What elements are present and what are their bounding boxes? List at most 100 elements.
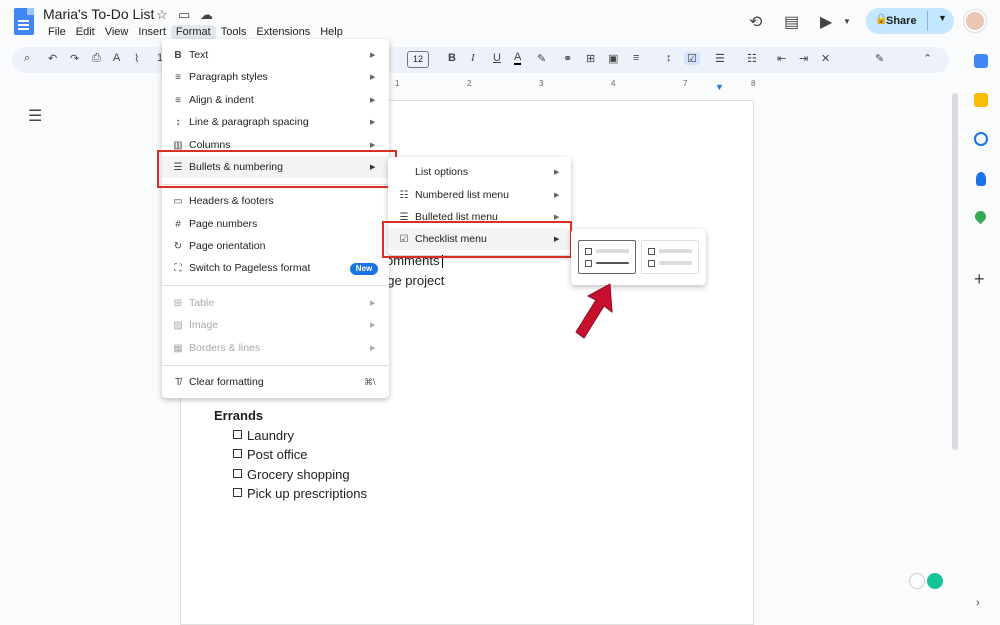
menu-item-text[interactable]: B Text ▶	[162, 44, 389, 66]
submenu-item-numbered-list[interactable]: ☷ Numbered list menu ▶	[388, 184, 571, 206]
grammarly-icon[interactable]	[927, 573, 943, 589]
contacts-icon[interactable]	[976, 172, 986, 186]
list-item[interactable]: Grocery shopping	[247, 467, 350, 482]
increase-indent-icon[interactable]: ⇥	[799, 52, 808, 65]
menu-item-clear-formatting[interactable]: T̸ Clear formatting ⌘\	[162, 371, 389, 393]
star-icon[interactable]: ☆	[156, 7, 168, 23]
checklist-style-plain[interactable]	[641, 240, 699, 274]
cloud-status-icon[interactable]: ☁	[200, 7, 213, 23]
highlight-color-icon[interactable]: ✎	[537, 52, 546, 65]
line-spacing-icon[interactable]: ↕	[666, 52, 672, 64]
menu-item-headers-footers[interactable]: ▭ Headers & footers	[162, 190, 389, 212]
submenu-arrow-icon: ▶	[370, 74, 376, 81]
submenu-arrow-icon: ▶	[370, 322, 376, 329]
paragraph-styles-icon: ≡	[175, 71, 181, 83]
menu-tools[interactable]: Tools	[216, 25, 252, 39]
avatar[interactable]	[964, 10, 986, 32]
menu-view[interactable]: View	[100, 25, 134, 39]
checklist-style-strikethrough[interactable]	[578, 240, 636, 274]
undo-icon[interactable]: ↶	[48, 52, 57, 65]
editing-mode-icon[interactable]: ✎	[875, 52, 884, 65]
list-item[interactable]: Laundry	[247, 428, 294, 443]
meet-dropdown-icon[interactable]: ▼	[843, 17, 851, 26]
submenu-arrow-icon: ▶	[370, 97, 376, 104]
document-title[interactable]: Maria's To-Do List	[43, 6, 154, 22]
menu-item-page-orientation[interactable]: ↻ Page orientation	[162, 235, 389, 257]
calendar-icon[interactable]	[974, 54, 988, 68]
vertical-ruler	[0, 92, 10, 625]
list-item[interactable]: Post office	[247, 447, 307, 462]
paint-format-icon[interactable]: ⌇	[134, 52, 139, 65]
menu-item-line-spacing[interactable]: ↕ Line & paragraph spacing ▶	[162, 111, 389, 133]
right-indent-marker-icon[interactable]: ▼	[715, 82, 724, 92]
lock-icon: 🔒	[875, 14, 888, 25]
insert-image-icon[interactable]: ▣	[608, 52, 618, 65]
errands-heading[interactable]: Errands	[214, 408, 263, 423]
menu-item-page-numbers[interactable]: # Page numbers	[162, 213, 389, 235]
share-label: Share	[886, 15, 917, 27]
doc-partial-text[interactable]: nge project	[380, 273, 444, 288]
headers-footers-icon: ▭	[173, 195, 183, 207]
maps-icon[interactable]	[972, 208, 989, 225]
search-menus-icon[interactable]: ⌕	[24, 52, 30, 65]
lightbulb-icon[interactable]	[909, 573, 925, 589]
decrease-indent-icon[interactable]: ⇤	[777, 52, 786, 65]
expand-panel-icon[interactable]: ›	[976, 597, 980, 609]
menu-extensions[interactable]: Extensions	[251, 25, 315, 39]
print-icon[interactable]: ⎙	[92, 52, 101, 65]
ruler-tick: 7	[683, 79, 688, 88]
get-add-ons-icon[interactable]: +	[974, 269, 985, 290]
ruler-tick: 8	[751, 79, 756, 88]
meet-icon[interactable]: ▶	[820, 12, 832, 32]
table-icon: ⊞	[173, 297, 183, 309]
scrollbar[interactable]	[952, 93, 958, 450]
align-icon[interactable]: ≡	[633, 52, 639, 64]
numbered-list-icon: ☷	[399, 189, 409, 201]
move-folder-icon[interactable]: ▭	[178, 7, 190, 23]
menu-file[interactable]: File	[43, 25, 71, 39]
checklist-checkbox[interactable]	[233, 430, 242, 439]
menu-help[interactable]: Help	[315, 25, 348, 39]
font-size-input[interactable]: 12	[407, 51, 429, 68]
share-button[interactable]: 🔒 Share ▼	[866, 8, 954, 34]
hash-icon: #	[175, 218, 181, 230]
errands-colon: :	[257, 408, 261, 423]
bold-b-icon: B	[174, 49, 182, 61]
checklist-checkbox[interactable]	[233, 449, 242, 458]
menu-item-paragraph-styles[interactable]: ≡ Paragraph styles ▶	[162, 66, 389, 88]
redo-icon[interactable]: ↷	[70, 52, 79, 65]
submenu-item-list-options[interactable]: List options ▶	[388, 161, 571, 183]
bulleted-list-icon[interactable]: ☰	[715, 52, 725, 65]
menu-insert[interactable]: Insert	[133, 25, 171, 39]
document-outline-icon[interactable]: ☰	[28, 106, 42, 126]
comments-icon[interactable]: ▤	[784, 12, 799, 32]
menu-item-align-indent[interactable]: ≡ Align & indent ▶	[162, 89, 389, 111]
italic-icon[interactable]: I	[471, 52, 475, 64]
bold-icon[interactable]: B	[448, 52, 456, 64]
underline-icon[interactable]: U	[493, 52, 501, 64]
checklist-checkbox[interactable]	[233, 469, 242, 478]
collapse-toolbar-icon[interactable]: ⌃	[923, 52, 932, 65]
columns-icon: ▥	[173, 139, 183, 151]
text-color-icon[interactable]: A	[514, 52, 522, 65]
spellcheck-icon[interactable]: A	[113, 52, 120, 64]
history-icon[interactable]: ⟲	[749, 12, 762, 32]
docs-logo-icon[interactable]	[14, 8, 34, 35]
numbered-list-icon[interactable]: ☷	[747, 52, 757, 65]
checklist-style-panel	[571, 229, 706, 285]
submenu-arrow-icon: ▶	[370, 52, 376, 59]
insert-link-icon[interactable]: ⚭	[563, 52, 572, 65]
share-dropdown-icon[interactable]: ▼	[938, 13, 947, 23]
menu-edit[interactable]: Edit	[71, 25, 100, 39]
list-item[interactable]: Pick up prescriptions	[247, 486, 367, 501]
checklist-checkbox[interactable]	[233, 488, 242, 497]
line-spacing-icon: ↕	[175, 116, 181, 128]
keep-icon[interactable]	[974, 93, 988, 107]
tasks-icon[interactable]	[974, 132, 988, 146]
add-comment-icon[interactable]: ⊞	[586, 52, 595, 65]
ruler-tick: 1	[395, 79, 400, 88]
menu-format[interactable]: Format	[170, 25, 216, 39]
submenu-arrow-icon: ▶	[554, 169, 560, 176]
clear-formatting-icon[interactable]: ✕	[821, 52, 830, 65]
checklist-icon[interactable]: ☑	[684, 52, 700, 65]
